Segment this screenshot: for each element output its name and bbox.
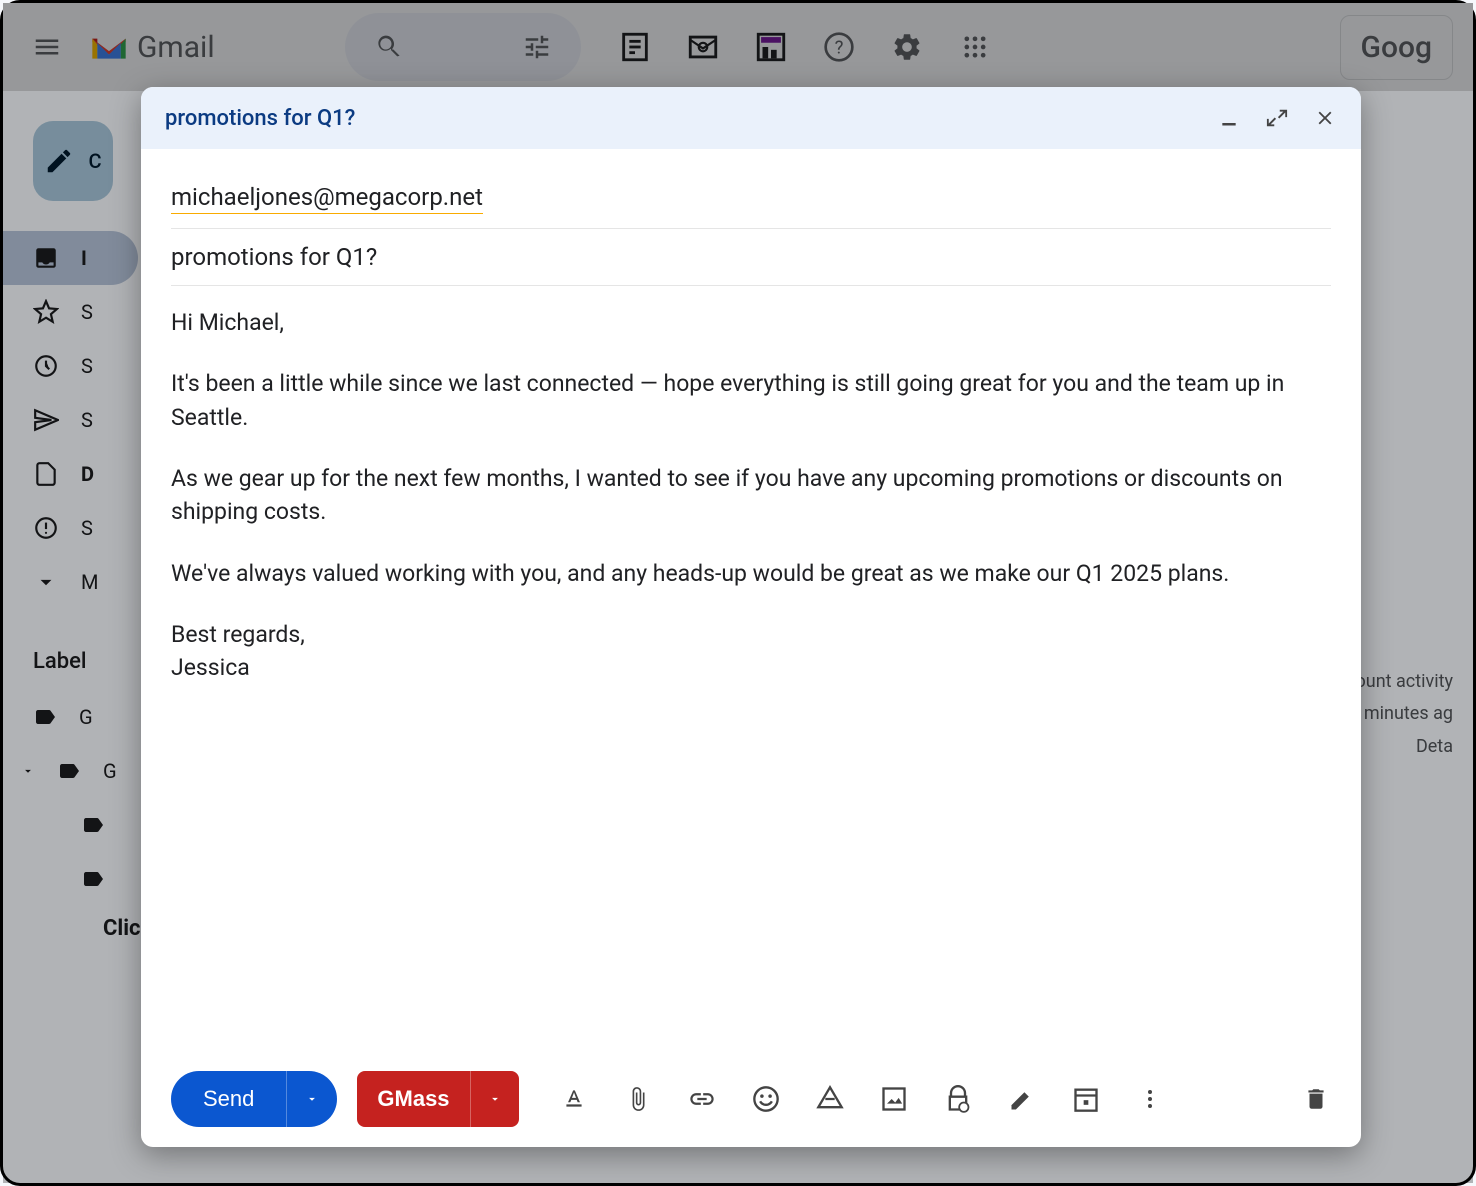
image-button[interactable] — [879, 1084, 909, 1114]
calendar-icon — [1072, 1085, 1100, 1113]
pen-icon — [1008, 1085, 1036, 1113]
to-field-row[interactable]: michaeljones@megacorp.net — [171, 169, 1331, 229]
more-options-button[interactable] — [1135, 1084, 1165, 1114]
gmass-button[interactable]: GMass — [357, 1071, 470, 1127]
compose-title: promotions for Q1? — [165, 106, 355, 131]
minimize-button[interactable] — [1217, 106, 1241, 130]
subject-field-row[interactable]: promotions for Q1? — [171, 229, 1331, 286]
image-icon — [880, 1085, 908, 1113]
caret-down-icon — [488, 1092, 502, 1106]
signature-button[interactable] — [1007, 1084, 1037, 1114]
schedule-button[interactable] — [1071, 1084, 1101, 1114]
send-button[interactable]: Send — [171, 1071, 287, 1127]
caret-down-icon — [305, 1092, 319, 1106]
link-icon — [688, 1085, 716, 1113]
formatting-button[interactable] — [559, 1084, 589, 1114]
emoji-button[interactable] — [751, 1084, 781, 1114]
emoji-icon — [752, 1085, 780, 1113]
close-icon — [1314, 107, 1336, 129]
gmass-options-button[interactable] — [471, 1071, 519, 1127]
fullscreen-exit-icon — [1266, 107, 1288, 129]
lock-clock-icon — [944, 1085, 972, 1113]
subject-field[interactable]: promotions for Q1? — [171, 243, 377, 271]
trash-icon — [1303, 1086, 1329, 1112]
send-options-button[interactable] — [287, 1071, 337, 1127]
close-button[interactable] — [1313, 106, 1337, 130]
compose-window: promotions for Q1? michaeljones@megacorp… — [141, 87, 1361, 1147]
link-button[interactable] — [687, 1084, 717, 1114]
compose-header: promotions for Q1? — [141, 87, 1361, 149]
drive-icon — [816, 1085, 844, 1113]
compose-footer: Send GMass — [141, 1051, 1361, 1147]
drive-button[interactable] — [815, 1084, 845, 1114]
minimize-icon — [1219, 108, 1239, 128]
to-field[interactable]: michaeljones@megacorp.net — [171, 183, 483, 214]
attach-button[interactable] — [623, 1084, 653, 1114]
discard-button[interactable] — [1301, 1084, 1331, 1114]
compose-body-text[interactable]: Hi Michael, It's been a little while sin… — [171, 286, 1331, 685]
fullscreen-exit-button[interactable] — [1265, 106, 1289, 130]
confidential-button[interactable] — [943, 1084, 973, 1114]
text-format-icon — [561, 1086, 587, 1112]
more-vert-icon — [1138, 1087, 1162, 1111]
attachment-icon — [625, 1086, 651, 1112]
